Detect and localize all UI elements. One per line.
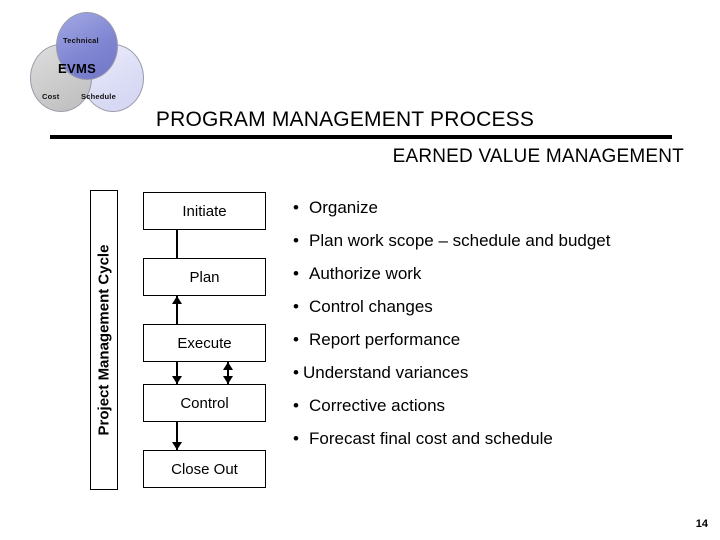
connector-initiate-plan [176,230,178,258]
project-management-cycle-label-box: Project Management Cycle [90,190,118,490]
flow-step-close-out[interactable]: Close Out [143,450,266,488]
list-item-label: Corrective actions [309,396,446,415]
evm-activities-list: • Organize • Plan work scope – schedule and… [293,198,703,462]
connector-control-to-execute-arrowhead-up [223,362,233,370]
flow-step-control[interactable]: Control [143,384,266,422]
slide-canvas: Technical Cost Schedule EVMS PROGRAM MAN… [0,0,720,540]
bullet-marker-icon: • [293,297,299,316]
list-item-label: Forecast final cost and schedule [309,429,553,448]
title-divider [50,135,672,139]
bullet-marker-icon: • [293,363,299,382]
venn-label-evms: EVMS [58,61,97,76]
venn-label-cost: Cost [42,92,60,101]
list-item: • Authorize work [293,264,703,297]
project-management-cycle-label: Project Management Cycle [95,244,113,436]
bullet-marker-icon: • [293,330,299,349]
flow-step-plan[interactable]: Plan [143,258,266,296]
connector-execute-to-plan-arrowhead [172,296,182,304]
venn-label-schedule: Schedule [81,92,116,101]
bullet-marker-icon: • [293,231,299,250]
page-title: PROGRAM MANAGEMENT PROCESS [155,108,535,131]
page-number: 14 [695,518,708,530]
list-item: • Organize [293,198,703,231]
bullet-marker-icon: • [293,429,299,448]
flow-step-execute[interactable]: Execute [143,324,266,362]
connector-control-to-execute-arrowhead-down [223,376,233,384]
connector-execute-to-control-arrowhead [172,376,182,384]
flow-step-initiate[interactable]: Initiate [143,192,266,230]
list-item: • Plan work scope – schedule and budget [293,231,703,264]
evms-venn-logo: Technical Cost Schedule EVMS [26,12,146,112]
list-item: • Forecast final cost and schedule [293,429,703,462]
list-item: • Control changes [293,297,703,330]
list-item: • Corrective actions [293,396,703,429]
venn-label-technical: Technical [63,36,99,45]
list-item-label: Organize [309,198,378,217]
bullet-marker-icon: • [293,198,299,217]
list-item-label: Plan work scope – schedule and budget [309,231,611,250]
list-item: • Report performance [293,330,703,363]
connector-control-to-closeout-arrowhead [172,442,182,450]
list-item-label: Control changes [309,297,433,316]
bullet-marker-icon: • [293,396,299,415]
list-item-label: Report performance [309,330,461,349]
list-item-label: Authorize work [309,264,422,283]
bullet-marker-icon: • [293,264,299,283]
list-item: • Understand variances [293,363,703,396]
list-item-label: Understand variances [303,363,469,382]
page-subtitle: EARNED VALUE MANAGEMENT [392,146,684,167]
